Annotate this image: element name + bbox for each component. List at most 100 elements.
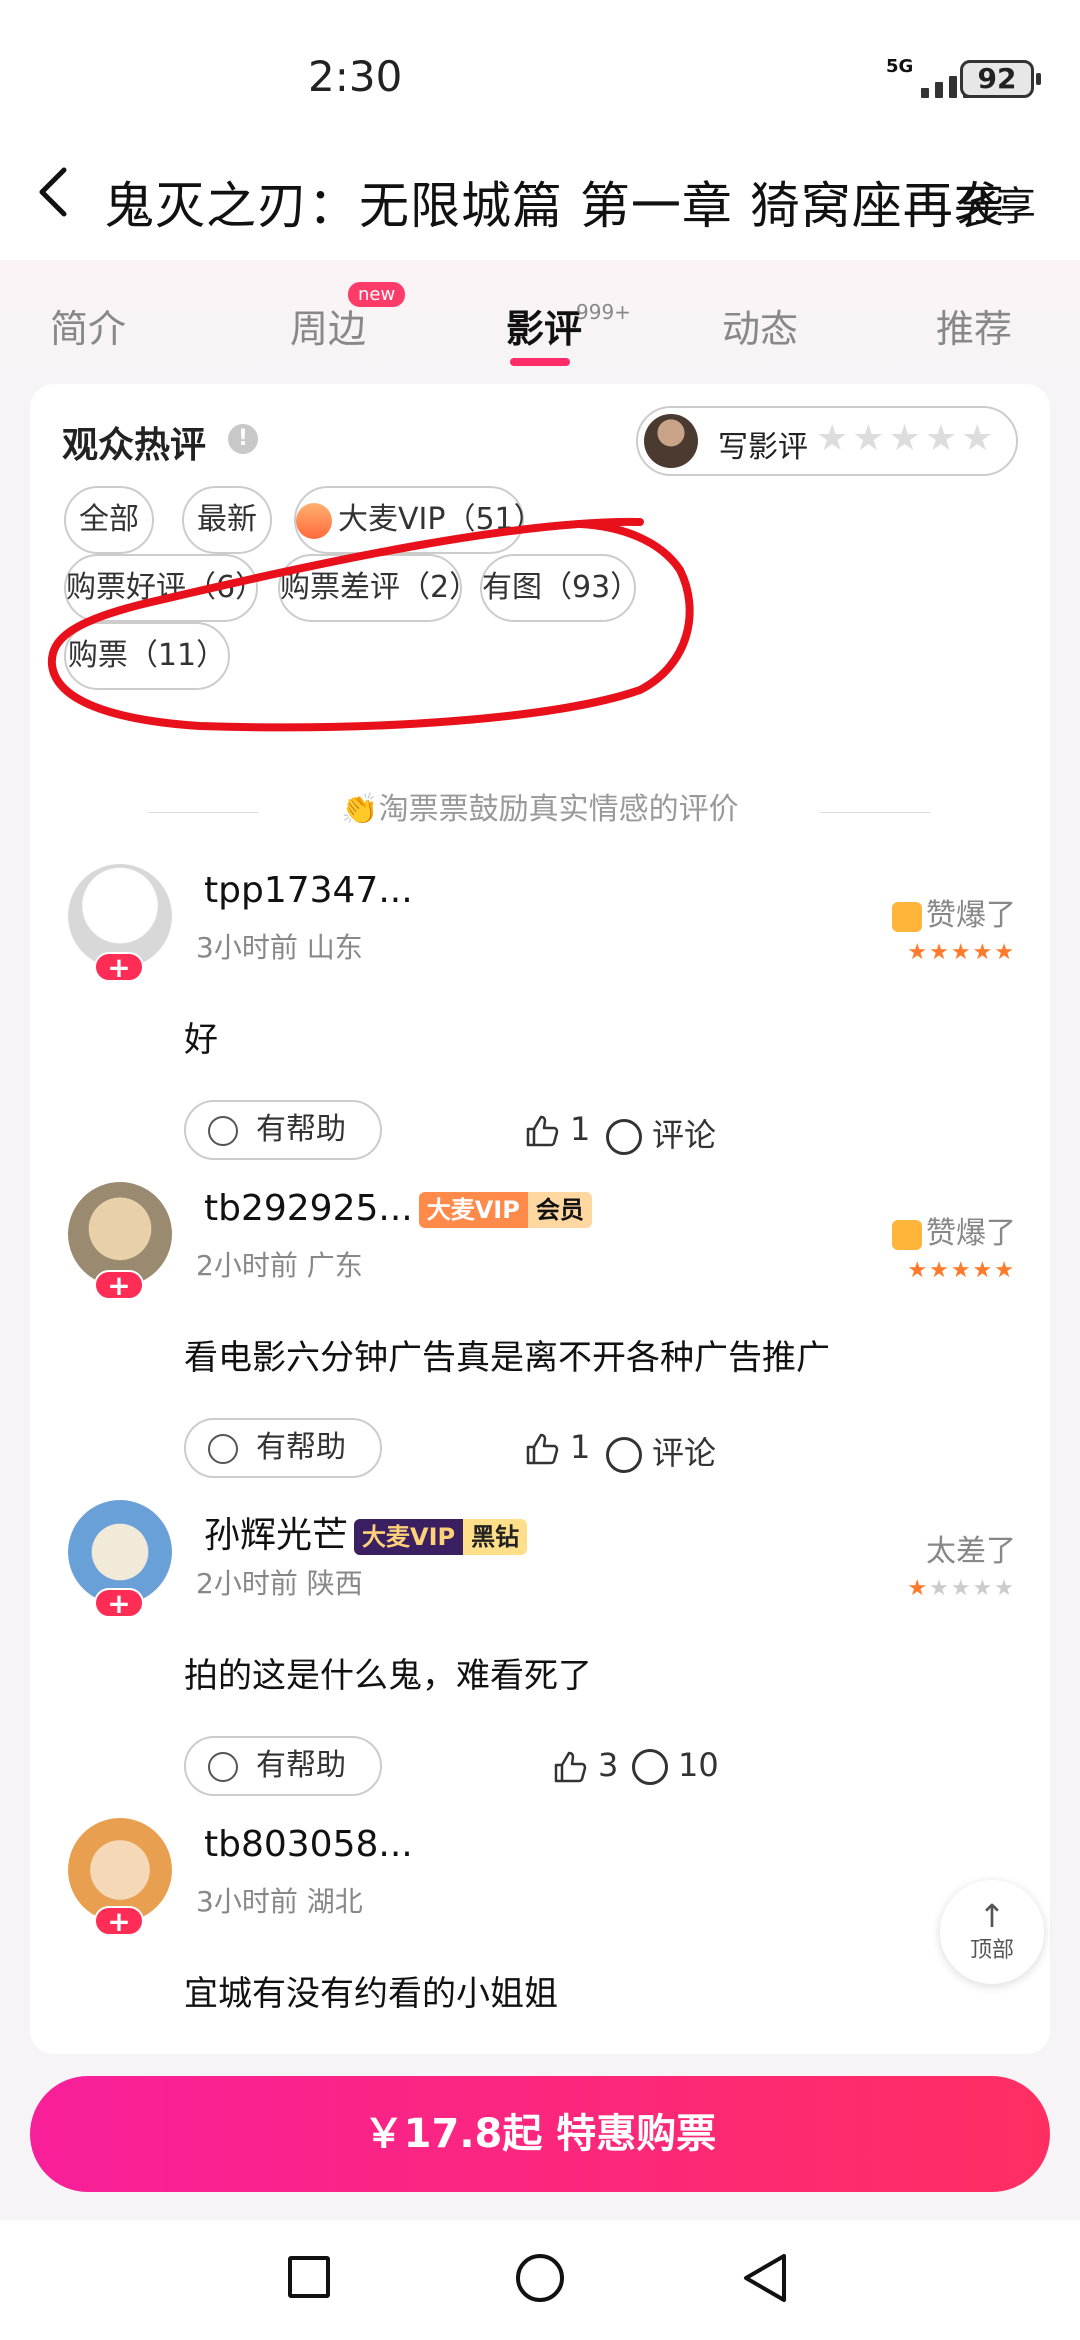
new-badge: new xyxy=(348,282,406,307)
like-button[interactable]: 1 xyxy=(524,1110,590,1149)
helpful-label: 有帮助 xyxy=(256,1112,346,1147)
comment-button[interactable]: 10 xyxy=(632,1746,719,1785)
star-rating-icon[interactable]: ★★★★★ xyxy=(816,418,997,459)
stars-on: ★ xyxy=(907,1576,930,1601)
like-count: 1 xyxy=(570,1110,591,1148)
comment-count: 10 xyxy=(678,1746,719,1784)
status-time: 2:30 xyxy=(308,52,403,101)
like-count: 3 xyxy=(598,1746,619,1784)
filter-good[interactable]: 购票好评（6） xyxy=(64,554,265,622)
rating-stars: ★★★★★ xyxy=(907,1258,1016,1283)
filter-all[interactable]: 全部 xyxy=(64,486,154,554)
helpful-label: 有帮助 xyxy=(256,1430,346,1465)
username[interactable]: tb292925... 大麦VIP 会员 xyxy=(204,1188,592,1229)
tab-bar: 简介 周边 new 影评 动态 推荐 xyxy=(0,260,1080,380)
arrow-up-icon: ↑ xyxy=(978,1897,1006,1935)
write-review-label: 写影评 xyxy=(718,430,808,465)
rating-text: 赞爆了 xyxy=(926,1216,1016,1251)
tab-reviews[interactable]: 影评 xyxy=(506,298,582,353)
like-button[interactable]: 1 xyxy=(524,1428,590,1467)
review-content[interactable]: 好 xyxy=(184,1012,218,1061)
thumbs-up-icon xyxy=(892,901,922,932)
helpful-label: 有帮助 xyxy=(256,1748,346,1783)
review-meta: 2小时前 广东 xyxy=(196,1249,363,1282)
filter-bought[interactable]: 购票（11） xyxy=(64,622,230,690)
write-review-button[interactable]: 写影评 ★★★★★ xyxy=(636,406,1018,476)
filter-vip-label: 大麦VIP（51） xyxy=(338,502,544,537)
system-nav-bar xyxy=(0,2220,1080,2340)
helpful-button[interactable]: 有帮助 xyxy=(184,1736,382,1796)
back-icon[interactable] xyxy=(740,2250,790,2306)
comment-count: 评论 xyxy=(652,1116,717,1154)
tab-recommend[interactable]: 推荐 xyxy=(936,298,1012,353)
follow-button[interactable]: + xyxy=(94,1906,144,1936)
review-content[interactable]: 拍的这是什么鬼，难看死了 xyxy=(184,1648,592,1697)
follow-button[interactable]: + xyxy=(94,1270,144,1300)
active-tab-indicator xyxy=(510,358,570,366)
like-count: 1 xyxy=(570,1428,591,1466)
vip-badge: 大麦VIP 黑钻 xyxy=(354,1519,528,1555)
review-hint: 👏淘票票鼓励真实情感的评价 xyxy=(341,792,739,827)
review-meta: 3小时前 湖北 xyxy=(196,1885,363,1918)
recents-icon[interactable] xyxy=(288,2256,330,2298)
thumbs-up-icon xyxy=(554,1751,587,1783)
smile-icon xyxy=(208,1434,238,1464)
thumbs-up-icon xyxy=(526,1433,559,1465)
share-button[interactable]: 分享 xyxy=(956,174,1036,232)
rating-stars: ★★★★★ xyxy=(907,1576,1016,1601)
review-meta: 3小时前 山东 xyxy=(196,931,363,964)
username-text: 孙辉光芒 xyxy=(204,1515,349,1556)
follow-button[interactable]: + xyxy=(94,1588,144,1618)
comment-count: 评论 xyxy=(652,1434,717,1472)
tab-updates[interactable]: 动态 xyxy=(722,298,798,353)
tab-merch[interactable]: 周边 xyxy=(290,298,366,353)
vip-badge-label: 大麦VIP xyxy=(418,1192,528,1228)
filter-bad[interactable]: 购票差评（2） xyxy=(278,554,479,622)
filter-latest[interactable]: 最新 xyxy=(182,486,272,554)
reviews-card: 观众热评 ! 写影评 ★★★★★ 全部 最新 大麦VIP（51） 购票好评（6）… xyxy=(30,384,1050,2054)
battery-icon: 92 xyxy=(960,60,1041,98)
vip-icon xyxy=(296,502,332,539)
vip-badge: 大麦VIP 会员 xyxy=(418,1192,592,1228)
vip-level-label: 会员 xyxy=(527,1192,592,1228)
rating-label: 太差了 xyxy=(926,1534,1016,1569)
review-content[interactable]: 宜城有没有约看的小姐姐 xyxy=(184,1966,558,2015)
like-button[interactable]: 3 xyxy=(552,1746,618,1785)
info-icon[interactable]: ! xyxy=(228,424,258,454)
buy-ticket-button[interactable]: ￥17.8起 特惠购票 xyxy=(30,2076,1050,2192)
review-item: + tb292925... 大麦VIP 会员 2小时前 广东 赞爆了 ★★★★★ 看… xyxy=(30,1182,1050,1502)
back-to-top-label: 顶部 xyxy=(969,1938,1014,1963)
thumbs-up-icon xyxy=(892,1219,922,1250)
username[interactable]: tpp17347... xyxy=(204,870,413,911)
vip-badge-label: 大麦VIP xyxy=(354,1519,464,1555)
review-item: + 孙辉光芒 大麦VIP 黑钻 2小时前 陕西 太差了 ★★★★★ 拍的这是什么鬼，… xyxy=(30,1500,1050,1820)
comment-button[interactable]: 评论 xyxy=(606,1110,716,1156)
page-title: 鬼灭之刃：无限城篇 第一章 猗窝座再袭 xyxy=(104,177,1005,235)
section-title: 观众热评 xyxy=(62,425,207,466)
stars-off: ★★★★ xyxy=(929,1576,1016,1601)
filter-pics[interactable]: 有图（93） xyxy=(480,554,640,622)
username[interactable]: 孙辉光芒 大麦VIP 黑钻 xyxy=(204,1506,528,1558)
tab-intro[interactable]: 简介 xyxy=(50,298,126,353)
back-to-top-button[interactable]: ↑ 顶部 xyxy=(940,1880,1044,1984)
username[interactable]: tb803058... xyxy=(204,1824,413,1865)
home-icon[interactable] xyxy=(516,2254,564,2302)
smile-icon xyxy=(208,1116,238,1146)
stars-on: ★★★★★ xyxy=(907,940,1016,965)
vip-level-label: 黑钻 xyxy=(463,1519,528,1555)
review-item: + tpp17347... 3小时前 山东 赞爆了 ★★★★★ 好 有帮助 1 … xyxy=(30,864,1050,1184)
review-content[interactable]: 看电影六分钟广告真是离不开各种广告推广 xyxy=(184,1330,830,1379)
review-item: + tb803058... 3小时前 湖北 宜城有没有约看的小姐姐 xyxy=(30,1818,1050,2054)
follow-button[interactable]: + xyxy=(94,952,144,982)
username-text: tb292925... xyxy=(204,1188,413,1229)
network-label: 5G xyxy=(886,56,914,77)
filter-vip[interactable]: 大麦VIP（51） xyxy=(294,486,544,554)
thumbs-up-icon xyxy=(526,1115,559,1147)
avatar xyxy=(644,414,698,468)
helpful-button[interactable]: 有帮助 xyxy=(184,1100,382,1160)
back-arrow-icon[interactable] xyxy=(30,162,78,222)
helpful-button[interactable]: 有帮助 xyxy=(184,1418,382,1478)
stars-on: ★★★★★ xyxy=(907,1258,1016,1283)
comment-icon xyxy=(632,1749,668,1785)
comment-button[interactable]: 评论 xyxy=(606,1428,716,1474)
